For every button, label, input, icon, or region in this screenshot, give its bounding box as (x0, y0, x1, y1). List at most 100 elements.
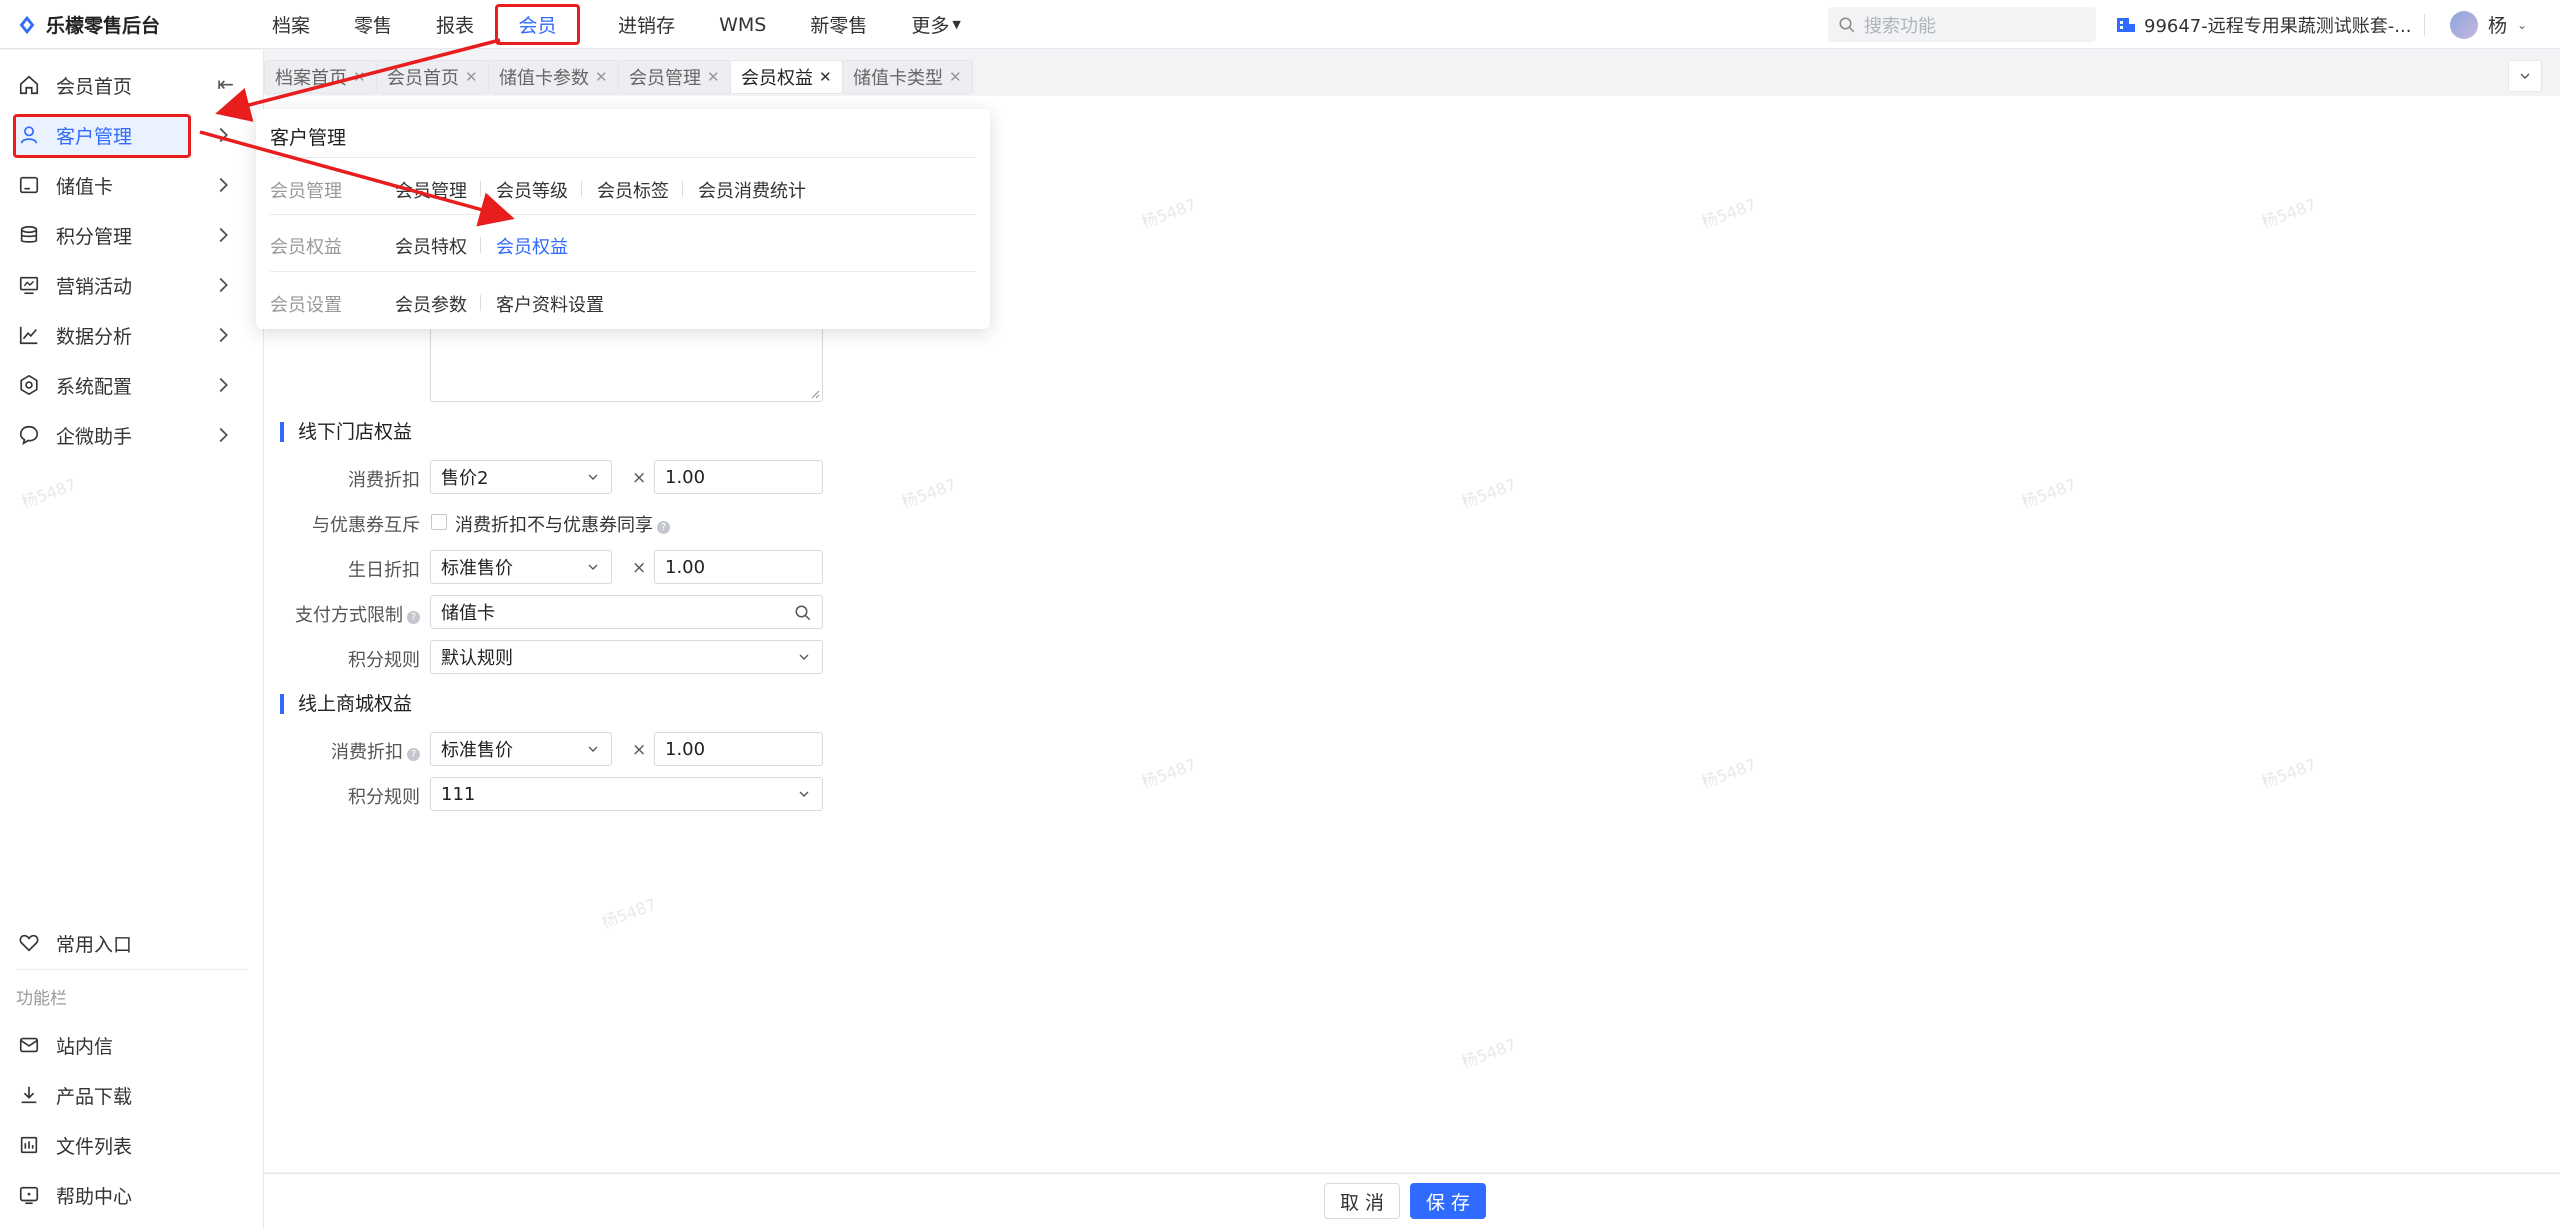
download-icon (18, 1084, 40, 1106)
birthday-discount-input[interactable]: 1.00 (654, 550, 823, 584)
collapse-sidebar-icon[interactable]: ⇤ (217, 72, 234, 96)
close-icon[interactable]: ✕ (819, 68, 832, 86)
flyout-separator (581, 181, 582, 197)
flyout-link-member-privilege[interactable]: 会员特权 (395, 233, 467, 259)
tab-label: 储值卡参数 (499, 68, 589, 89)
offline-points-select[interactable]: 默认规则 (430, 640, 823, 674)
coupon-exclusive-checkbox[interactable] (431, 514, 447, 530)
payment-limit-value: 储值卡 (441, 603, 495, 624)
sidebar-item-file-list[interactable]: 文件列表 (0, 1122, 264, 1168)
sidebar-item-points[interactable]: 积分管理 (0, 212, 264, 258)
tab-stored-card-type[interactable]: 储值卡类型 ✕ (842, 60, 973, 94)
nav-item-report[interactable]: 报表 (414, 0, 496, 49)
flyout-link-member-consumption[interactable]: 会员消费统计 (698, 177, 806, 203)
sidebar-item-label: 营销活动 (56, 275, 133, 298)
sidebar-item-member-home[interactable]: 会员首页 ⇤ (0, 62, 264, 108)
cancel-button[interactable]: 取 消 (1324, 1183, 1400, 1219)
sidebar-item-inbox[interactable]: 站内信 (0, 1022, 264, 1068)
sidebar-item-stored-card[interactable]: 储值卡 (0, 162, 264, 208)
flyout-link-member-tag[interactable]: 会员标签 (597, 177, 669, 203)
sidebar-item-label: 系统配置 (56, 375, 133, 398)
flyout-link-member-rights[interactable]: 会员权益 (496, 233, 568, 259)
nav-item-retail[interactable]: 零售 (332, 0, 414, 49)
tab-member-management[interactable]: 会员管理 ✕ (618, 60, 731, 94)
online-points-select[interactable]: 111 (430, 777, 823, 811)
nav-item-archive[interactable]: 档案 (250, 0, 332, 49)
help-icon[interactable]: ? (657, 521, 670, 534)
sidebar-item-label: 文件列表 (56, 1135, 133, 1158)
sidebar-item-download[interactable]: 产品下载 (0, 1072, 264, 1118)
online-discount-select[interactable]: 标准售价 (430, 732, 612, 766)
online-discount-input[interactable]: 1.00 (654, 732, 823, 766)
tabs-dropdown[interactable] (2508, 60, 2542, 92)
home-icon (18, 74, 40, 96)
flyout-link-member-management[interactable]: 会员管理 (395, 177, 467, 203)
save-button[interactable]: 保 存 (1410, 1183, 1486, 1219)
sidebar-item-label: 产品下载 (56, 1085, 133, 1108)
search-icon[interactable] (794, 604, 812, 622)
flyout-link-member-params[interactable]: 会员参数 (395, 291, 467, 317)
chevron-right-icon (219, 227, 228, 243)
app-logo[interactable]: 乐檬零售后台 (16, 0, 160, 49)
search-input[interactable]: 搜索功能 (1828, 7, 2096, 42)
user-menu[interactable]: 杨 ⌄ (2450, 0, 2527, 49)
close-icon[interactable]: ✕ (949, 68, 962, 86)
chevron-right-icon (219, 377, 228, 393)
database-icon (18, 224, 40, 246)
top-bar: 乐檬零售后台 档案 零售 报表 进销存 WMS 新零售 更多 ▼ 会员 搜索功能… (0, 0, 2560, 49)
checkbox-label-text: 消费折扣不与优惠券同享 (455, 515, 653, 536)
help-icon[interactable]: ? (407, 611, 420, 624)
payment-limit-input[interactable]: 储值卡 (430, 595, 823, 629)
select-value: 默认规则 (441, 648, 513, 669)
flyout-link-member-level[interactable]: 会员等级 (496, 177, 568, 203)
sidebar-item-marketing[interactable]: 营销活动 (0, 262, 264, 308)
search-placeholder: 搜索功能 (1864, 15, 1936, 37)
search-icon (1839, 17, 1855, 32)
tabs-bar: 档案首页 ✕ 会员首页 ✕ 储值卡参数 ✕ 会员管理 ✕ 会员权益 ✕ 储值卡类型 ✕ (264, 60, 2560, 96)
function-bar-label: 功能栏 (16, 989, 67, 1009)
chevron-down-icon (588, 474, 598, 480)
help-icon[interactable]: ? (407, 748, 420, 761)
nav-item-more[interactable]: 更多 ▼ (889, 0, 982, 49)
close-icon[interactable]: ✕ (353, 68, 366, 86)
flyout-separator (480, 237, 481, 253)
flyout-link-customer-profile-settings[interactable]: 客户资料设置 (496, 291, 604, 317)
offline-discount-select[interactable]: 售价2 (430, 460, 612, 494)
monitor-icon (18, 274, 40, 296)
sidebar-item-system-config[interactable]: 系统配置 (0, 362, 264, 408)
section-title-offline: 线下门店权益 (280, 422, 412, 442)
select-value: 111 (441, 783, 476, 805)
chevron-down-icon (588, 746, 598, 752)
lemon-logo-icon (19, 15, 35, 34)
sidebar-item-analytics[interactable]: 数据分析 (0, 312, 264, 358)
tab-member-rights[interactable]: 会员权益 ✕ (730, 60, 843, 94)
tab-label: 会员首页 (387, 68, 459, 89)
select-value: 标准售价 (441, 558, 513, 579)
multiply-sign: × (632, 468, 647, 488)
chevron-right-icon (219, 177, 228, 193)
nav-item-inventory[interactable]: 进销存 (596, 0, 697, 49)
tab-stored-card-params[interactable]: 储值卡参数 ✕ (488, 60, 619, 94)
sidebar-item-label: 储值卡 (56, 175, 114, 198)
offline-discount-input[interactable]: 1.00 (654, 460, 823, 494)
nav-item-wms[interactable]: WMS (697, 0, 788, 49)
close-icon[interactable]: ✕ (465, 68, 478, 86)
sidebar-item-label: 常用入口 (56, 933, 133, 956)
chevron-right-icon (219, 427, 228, 443)
sidebar-item-common[interactable]: 常用入口 (0, 920, 264, 966)
sidebar-item-help[interactable]: 帮助中心 (0, 1172, 264, 1218)
tab-archive-home[interactable]: 档案首页 ✕ (264, 60, 377, 94)
nav-item-member[interactable]: 会员 (495, 4, 580, 45)
sidebar-item-label: 客户管理 (56, 125, 133, 148)
store-icon (2117, 17, 2135, 32)
tab-member-home[interactable]: 会员首页 ✕ (376, 60, 489, 94)
close-icon[interactable]: ✕ (595, 68, 608, 86)
nav-item-new-retail[interactable]: 新零售 (788, 0, 889, 49)
sidebar-item-wecom[interactable]: 企微助手 (0, 412, 264, 458)
sidebar-item-customer[interactable]: 客户管理 (0, 112, 264, 158)
user-name: 杨 (2488, 15, 2508, 37)
flyout-divider (270, 214, 976, 215)
account-selector[interactable]: 99647-远程专用果蔬测试账套-... (2116, 0, 2411, 49)
birthday-discount-select[interactable]: 标准售价 (430, 550, 612, 584)
close-icon[interactable]: ✕ (707, 68, 720, 86)
